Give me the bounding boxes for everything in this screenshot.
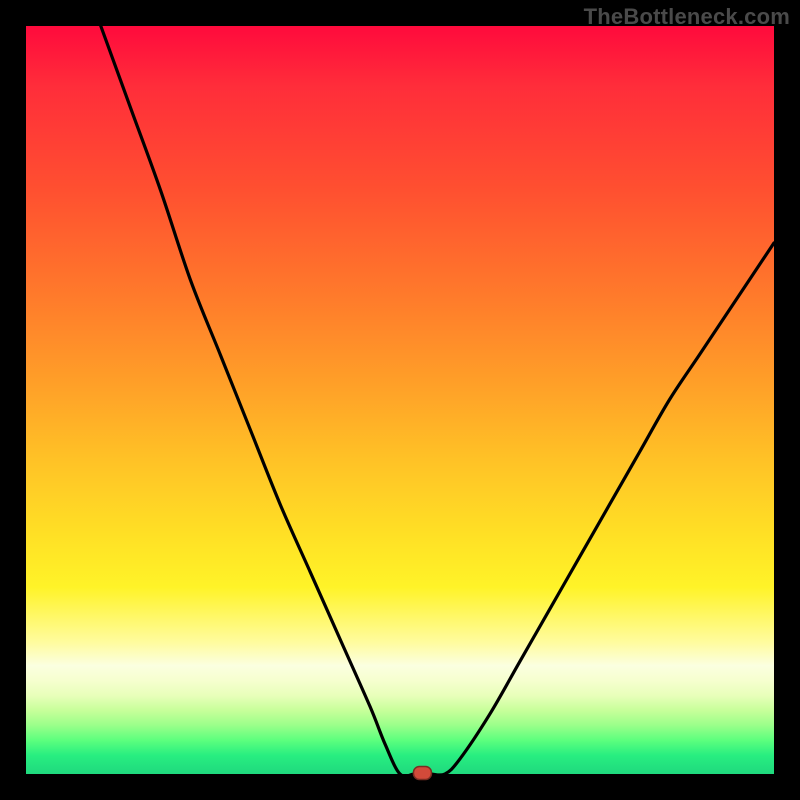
plot-area	[26, 26, 774, 774]
watermark-label: TheBottleneck.com	[584, 4, 790, 30]
bottleneck-curve	[101, 26, 774, 776]
optimal-marker-icon	[413, 767, 431, 780]
chart-frame: TheBottleneck.com	[0, 0, 800, 800]
chart-svg	[26, 26, 774, 774]
